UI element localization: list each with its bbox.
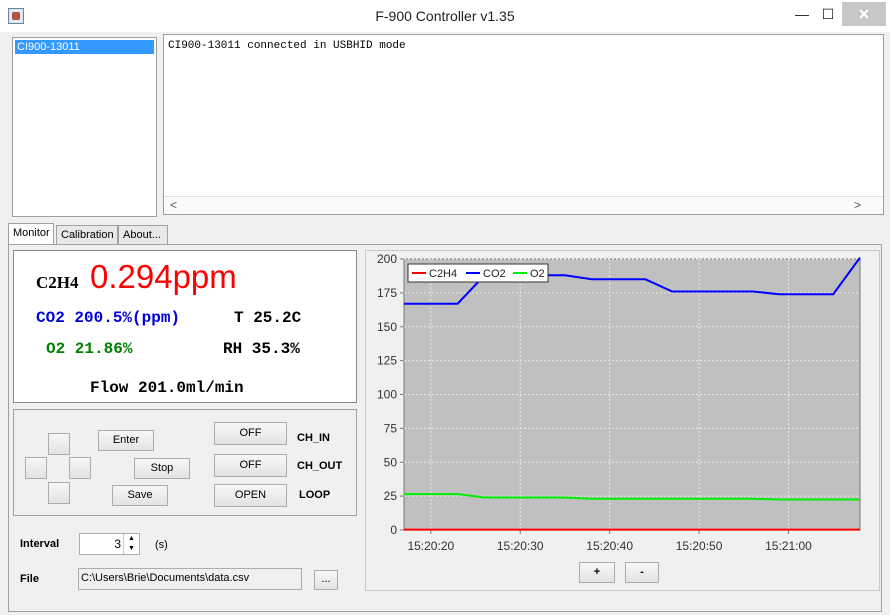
x-tick-label: 15:20:40 [586,539,633,553]
device-list[interactable]: CI900-13011 [12,37,157,217]
zoom-out-button[interactable]: - [625,562,659,583]
x-tick-label: 15:20:30 [497,539,544,553]
ch-out-toggle-button[interactable]: OFF [214,454,287,477]
maximize-button[interactable]: ☐ [816,2,840,26]
stop-button[interactable]: Stop [134,458,190,479]
tab-monitor[interactable]: Monitor [8,223,54,245]
x-tick-label: 15:20:20 [407,539,454,553]
ch-out-label: CH_OUT [297,460,343,472]
device-list-item[interactable]: CI900-13011 [15,40,154,54]
o2-reading: O2 21.86% [46,340,133,358]
y-tick-label: 200 [377,252,397,266]
dpad-left-button[interactable] [25,457,47,479]
minimize-button[interactable]: — [790,2,814,26]
interval-value[interactable]: 3 [114,537,121,551]
y-tick-label: 100 [377,388,397,402]
loop-toggle-button[interactable]: OPEN [214,484,287,507]
humidity-reading: RH 35.3% [223,340,300,358]
close-button[interactable]: ✕ [842,2,886,26]
y-tick-label: 0 [390,523,397,537]
save-button[interactable]: Save [112,485,168,506]
dpad-right-button[interactable] [69,457,91,479]
trend-chart: 0 25 50 75 100 125 150 175 200 15:20:20 15:20:30 15… [377,252,861,553]
y-tick-label: 50 [384,455,398,469]
chart-container: 0 25 50 75 100 125 150 175 200 15:20:20 15:20:30 15… [365,250,880,591]
c2h4-label: C2H4 [36,273,79,292]
y-tick-label: 25 [384,489,398,503]
interval-unit: (s) [155,539,168,551]
tab-about[interactable]: About... [118,225,168,245]
window-title: F-900 Controller v1.35 [375,8,515,24]
file-path-field[interactable]: C:\Users\Brie\Documents\data.csv [78,568,302,590]
c2h4-value: 0.294ppm [90,258,237,295]
y-tick-label: 75 [384,421,398,435]
x-tick-label: 15:21:00 [765,539,812,553]
dpad-up-button[interactable] [48,433,70,455]
y-tick-label: 150 [377,320,397,334]
co2-reading: CO2 200.5%(ppm) [36,309,181,327]
interval-label: Interval [20,538,60,550]
legend-label-c2h4: C2H4 [429,268,457,280]
flow-reading: Flow 201.0ml/min [90,379,244,397]
zoom-in-button[interactable]: + [579,562,615,583]
dpad-down-button[interactable] [48,482,70,504]
spinner-up-icon[interactable]: ▲ [123,534,139,544]
spinner-down-icon[interactable]: ▼ [123,544,139,554]
enter-button[interactable]: Enter [98,430,154,451]
log-pane[interactable]: CI900-13011 connected in USBHID mode < > [163,34,884,215]
x-tick-label: 15:20:50 [676,539,723,553]
interval-spinner[interactable]: 3 ▲ ▼ [79,533,140,555]
scroll-left-arrow-icon[interactable]: < [170,198,177,212]
ch-in-toggle-button[interactable]: OFF [214,422,287,445]
temperature-reading: T 25.2C [234,309,302,327]
scroll-right-arrow-icon[interactable]: > [854,198,861,212]
ch-in-label: CH_IN [297,432,331,444]
legend-label-o2: O2 [530,268,545,280]
loop-label: LOOP [299,489,331,501]
y-tick-label: 175 [377,286,397,300]
legend-label-co2: CO2 [483,268,506,280]
readings-panel: C2H4 0.294ppm CO2 200.5%(ppm) T 25.2C O2… [13,250,357,403]
file-label: File [20,573,39,585]
log-horizontal-scrollbar[interactable]: < > [164,196,883,214]
y-tick-label: 125 [377,354,397,368]
log-text: CI900-13011 connected in USBHID mode [168,40,406,52]
browse-file-button[interactable]: ... [314,570,338,590]
tab-calibration[interactable]: Calibration [56,225,118,245]
